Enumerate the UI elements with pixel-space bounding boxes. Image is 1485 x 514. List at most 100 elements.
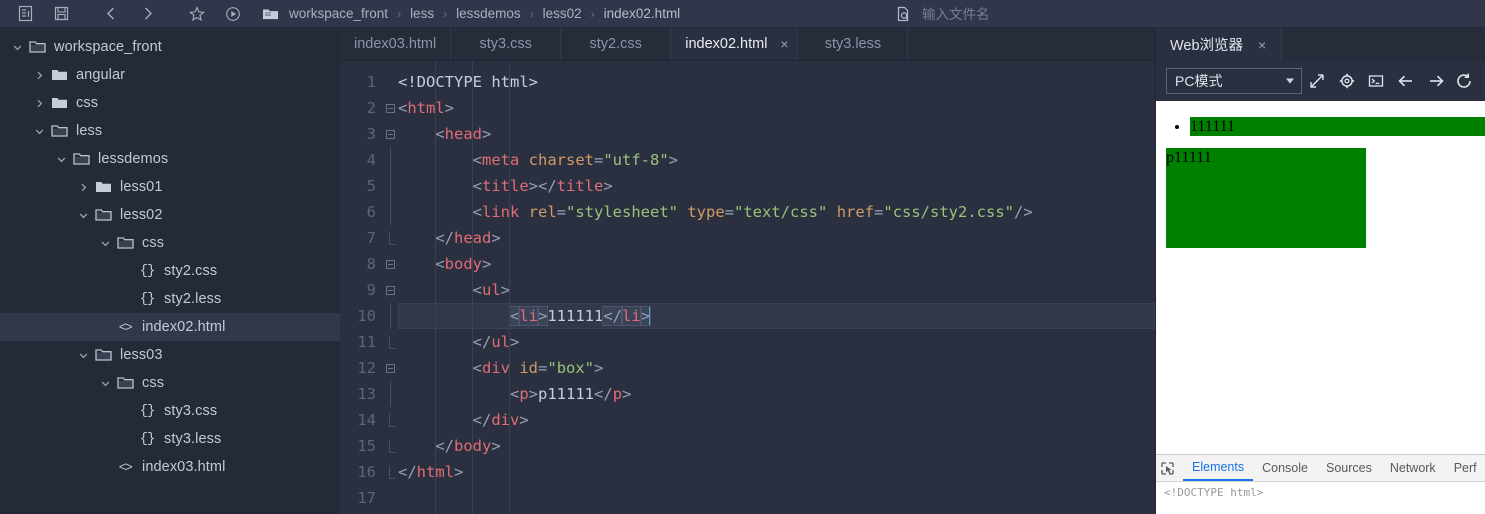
line-number: 3 [366, 125, 376, 143]
chevron-right-icon[interactable] [74, 182, 92, 193]
editor-tab-sty3-less[interactable]: sty3.less [798, 28, 909, 60]
sidebar-item-sty3-less[interactable]: {} sty3.less [0, 425, 340, 453]
sidebar-item-css[interactable]: css [0, 229, 340, 257]
indent-guide [472, 61, 473, 514]
code-token: </ [398, 463, 417, 481]
devtools-tab-console[interactable]: Console [1253, 455, 1317, 481]
chevron-down-icon[interactable] [74, 350, 92, 361]
breadcrumb-item-3[interactable]: less02 [541, 6, 584, 21]
chevron-down-icon[interactable] [74, 210, 92, 221]
chevron-down-icon[interactable] [30, 126, 48, 137]
fold-toggle-icon[interactable] [382, 95, 398, 121]
code-line[interactable]: <ul> [398, 277, 1155, 303]
sidebar-item-lessdemos[interactable]: lessdemos [0, 145, 340, 173]
fold-toggle-icon[interactable] [382, 277, 398, 303]
code-token: = [874, 203, 884, 221]
editor-tab-index02-html[interactable]: index02.html × [671, 28, 799, 60]
code-line[interactable]: <p>p11111</p> [398, 381, 1155, 407]
forward-icon[interactable] [130, 1, 164, 27]
devtools-tab-sources[interactable]: Sources [1317, 455, 1381, 481]
code-line[interactable]: </head> [398, 225, 1155, 251]
devtools-tab-elements[interactable]: Elements [1183, 455, 1254, 481]
code-line[interactable]: <html> [398, 95, 1155, 121]
sidebar-item-sty3-css[interactable]: {} sty3.css [0, 397, 340, 425]
code-line[interactable]: <link rel="stylesheet" type="text/css" h… [398, 199, 1155, 225]
refresh-icon[interactable] [1451, 67, 1479, 95]
code-line[interactable]: <head> [398, 121, 1155, 147]
code-content[interactable]: <!DOCTYPE html> <html> <head> <meta chars… [398, 61, 1155, 514]
chevron-down-icon[interactable] [96, 238, 114, 249]
chevron-down-icon[interactable] [8, 42, 26, 53]
sidebar-item-less01[interactable]: less01 [0, 173, 340, 201]
sidebar-item-index02-html[interactable]: <> index02.html [0, 313, 340, 341]
chevron-right-icon[interactable] [30, 98, 48, 109]
editor-tab-sty3-css[interactable]: sty3.css [451, 28, 562, 60]
breadcrumb-item-2[interactable]: lessdemos [454, 6, 523, 21]
sidebar-item-sty2-less[interactable]: {} sty2.less [0, 285, 340, 313]
code-token: rel [528, 203, 557, 221]
chevron-down-icon[interactable] [52, 154, 70, 165]
sidebar-item-css[interactable]: css [0, 369, 340, 397]
save-icon[interactable] [44, 1, 78, 27]
breadcrumb-item-1[interactable]: less [408, 6, 436, 21]
sidebar-item-index03-html[interactable]: <> index03.html [0, 453, 340, 481]
console-icon[interactable] [1363, 67, 1391, 95]
code-line[interactable]: <meta charset="utf-8"> [398, 147, 1155, 173]
chevron-right-icon[interactable] [30, 70, 48, 81]
indent-guide [509, 61, 510, 514]
inspect-element-icon[interactable] [1160, 456, 1175, 480]
back-arrow-icon[interactable] [1392, 67, 1420, 95]
gear-icon[interactable] [1333, 67, 1361, 95]
sidebar-item-sty2-css[interactable]: {} sty2.css [0, 257, 340, 285]
search-input[interactable] [916, 6, 1216, 22]
fold-toggle-icon[interactable] [382, 355, 398, 381]
code-token: </ [398, 333, 492, 351]
sidebar-item-workspace-front[interactable]: workspace_front [0, 33, 340, 61]
code-token: href [836, 203, 875, 221]
sidebar-item-less03[interactable]: less03 [0, 341, 340, 369]
close-icon[interactable]: × [1255, 37, 1269, 53]
browser-toolbar: PC模式 [1156, 61, 1485, 101]
file-tree-sidebar[interactable]: workspace_front angular css less lessdemos le… [0, 28, 340, 514]
sidebar-item-less[interactable]: less [0, 117, 340, 145]
sidebar-item-angular[interactable]: angular [0, 61, 340, 89]
device-mode-select[interactable]: PC模式 [1166, 68, 1302, 94]
editor-tab-index03-html[interactable]: index03.html [340, 28, 452, 60]
open-external-icon[interactable] [1304, 67, 1332, 95]
code-line[interactable]: <div id="box"> [398, 355, 1155, 381]
code-line[interactable]: <li>111111</li> [398, 303, 1155, 329]
fold-toggle-icon[interactable] [382, 121, 398, 147]
chevron-down-icon[interactable] [96, 378, 114, 389]
devtools-tab-perf[interactable]: Perf [1445, 455, 1485, 481]
code-line[interactable]: </body> [398, 433, 1155, 459]
run-icon[interactable] [216, 1, 250, 27]
code-line[interactable]: </ul> [398, 329, 1155, 355]
devtools-tab-network[interactable]: Network [1381, 455, 1445, 481]
forward-arrow-icon[interactable] [1422, 67, 1450, 95]
sidebar-item-less02[interactable]: less02 [0, 201, 340, 229]
sidebar-item-css[interactable]: css [0, 89, 340, 117]
fold-toggle-icon[interactable] [382, 251, 398, 277]
breadcrumb-item-0[interactable]: workspace_front [287, 6, 390, 21]
code-token: "stylesheet" [566, 203, 678, 221]
breadcrumb-item-4[interactable]: index02.html [602, 6, 683, 21]
code-line[interactable] [398, 485, 1155, 511]
editor-column: index03.html sty3.css sty2.css index02.html… [340, 28, 1155, 514]
new-file-icon[interactable] [8, 1, 42, 27]
browser-preview[interactable]: 111111 p11111 [1156, 101, 1485, 454]
back-icon[interactable] [94, 1, 128, 27]
code-line[interactable]: <title></title> [398, 173, 1155, 199]
bookmark-icon[interactable] [180, 1, 214, 27]
editor-tab-sty2-css[interactable]: sty2.css [561, 28, 672, 60]
code-line[interactable]: </div> [398, 407, 1155, 433]
code-line[interactable]: </html> [398, 459, 1155, 485]
code-editor[interactable]: 1 2 3 4 5 6 7 8 9 10 11 12 13 14 15 16 17 <!DOCTYPE html… [340, 61, 1155, 514]
file-search-icon[interactable] [890, 6, 916, 23]
code-folding-column[interactable] [382, 61, 398, 514]
folder-icon [48, 68, 70, 82]
code-line[interactable]: <body> [398, 251, 1155, 277]
close-icon[interactable]: × [777, 36, 791, 52]
code-line[interactable]: <!DOCTYPE html> [398, 69, 1155, 95]
tab-web-browser[interactable]: Web浏览器 × [1156, 28, 1283, 61]
